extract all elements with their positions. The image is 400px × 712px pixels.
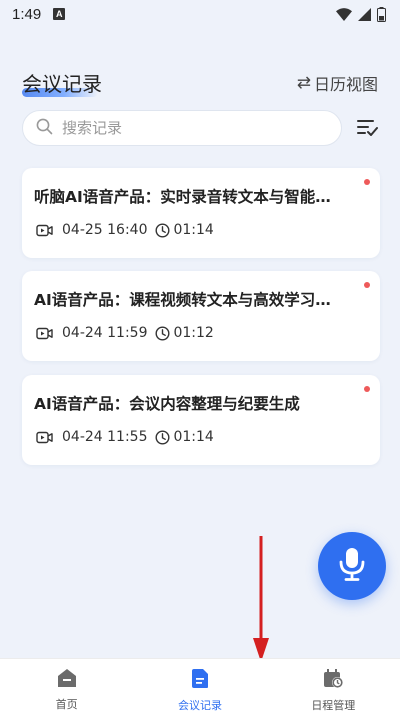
swap-icon: ⇄ — [296, 73, 311, 93]
nav-label-meeting-records: 会议记录 — [177, 699, 222, 712]
record-card[interactable]: AI语音产品：会议内容整理与纪要生成 04-24 11:55 01:14 — [22, 375, 380, 465]
video-icon — [36, 327, 53, 340]
wifi-icon — [336, 7, 352, 21]
record-duration: 01:14 — [173, 222, 214, 238]
video-icon — [36, 224, 53, 237]
nav-item-meeting-records[interactable]: 会议记录 — [133, 659, 266, 712]
unread-dot — [364, 179, 370, 185]
clock-icon — [155, 429, 170, 445]
home-icon — [56, 668, 78, 691]
search-icon — [36, 118, 53, 139]
record-duration: 01:14 — [173, 429, 214, 445]
record-date: 04-25 16:40 — [62, 222, 148, 238]
calendar-clock-icon — [322, 668, 344, 692]
page-title: 会议记录 — [22, 72, 102, 96]
unread-dot — [364, 282, 370, 288]
record-title: 听脑AI语音产品：实时录音转文本与智能… — [34, 188, 331, 206]
filter-sort-icon[interactable] — [357, 119, 378, 141]
search-box[interactable] — [22, 110, 342, 146]
record-date: 04-24 11:55 — [62, 429, 148, 445]
microphone-icon — [337, 546, 367, 586]
calendar-view-button[interactable]: ⇄ 日历视图 — [297, 71, 378, 95]
record-title: AI语音产品：会议内容整理与纪要生成 — [34, 395, 300, 413]
annotation-arrow-icon — [250, 534, 272, 668]
search-input[interactable] — [62, 119, 302, 137]
document-icon — [191, 668, 209, 692]
record-date: 04-24 11:59 — [62, 325, 148, 341]
unread-dot — [364, 386, 370, 392]
bottom-nav: 首页 会议记录 日程管理 — [0, 658, 400, 712]
nav-label-schedule: 日程管理 — [311, 699, 356, 712]
nav-item-schedule[interactable]: 日程管理 — [267, 659, 400, 712]
status-time: 1:49 — [12, 5, 42, 23]
nav-label-home: 首页 — [55, 698, 78, 711]
record-duration: 01:12 — [173, 325, 214, 341]
signal-icon — [358, 7, 371, 21]
notification-icon: A — [53, 8, 66, 20]
clock-icon — [155, 222, 170, 238]
video-icon — [36, 431, 53, 444]
record-mic-button[interactable] — [318, 532, 386, 600]
battery-icon — [377, 6, 386, 22]
clock-icon — [155, 325, 170, 341]
calendar-view-label: 日历视图 — [313, 75, 378, 94]
record-title: AI语音产品：课程视频转文本与高效学习… — [34, 291, 331, 309]
record-card[interactable]: 听脑AI语音产品：实时录音转文本与智能… 04-25 16:40 01:14 — [22, 168, 380, 258]
nav-item-home[interactable]: 首页 — [0, 659, 133, 712]
status-bar: 1:49 A — [0, 0, 400, 28]
record-card[interactable]: AI语音产品：课程视频转文本与高效学习… 04-24 11:59 01:12 — [22, 271, 380, 361]
